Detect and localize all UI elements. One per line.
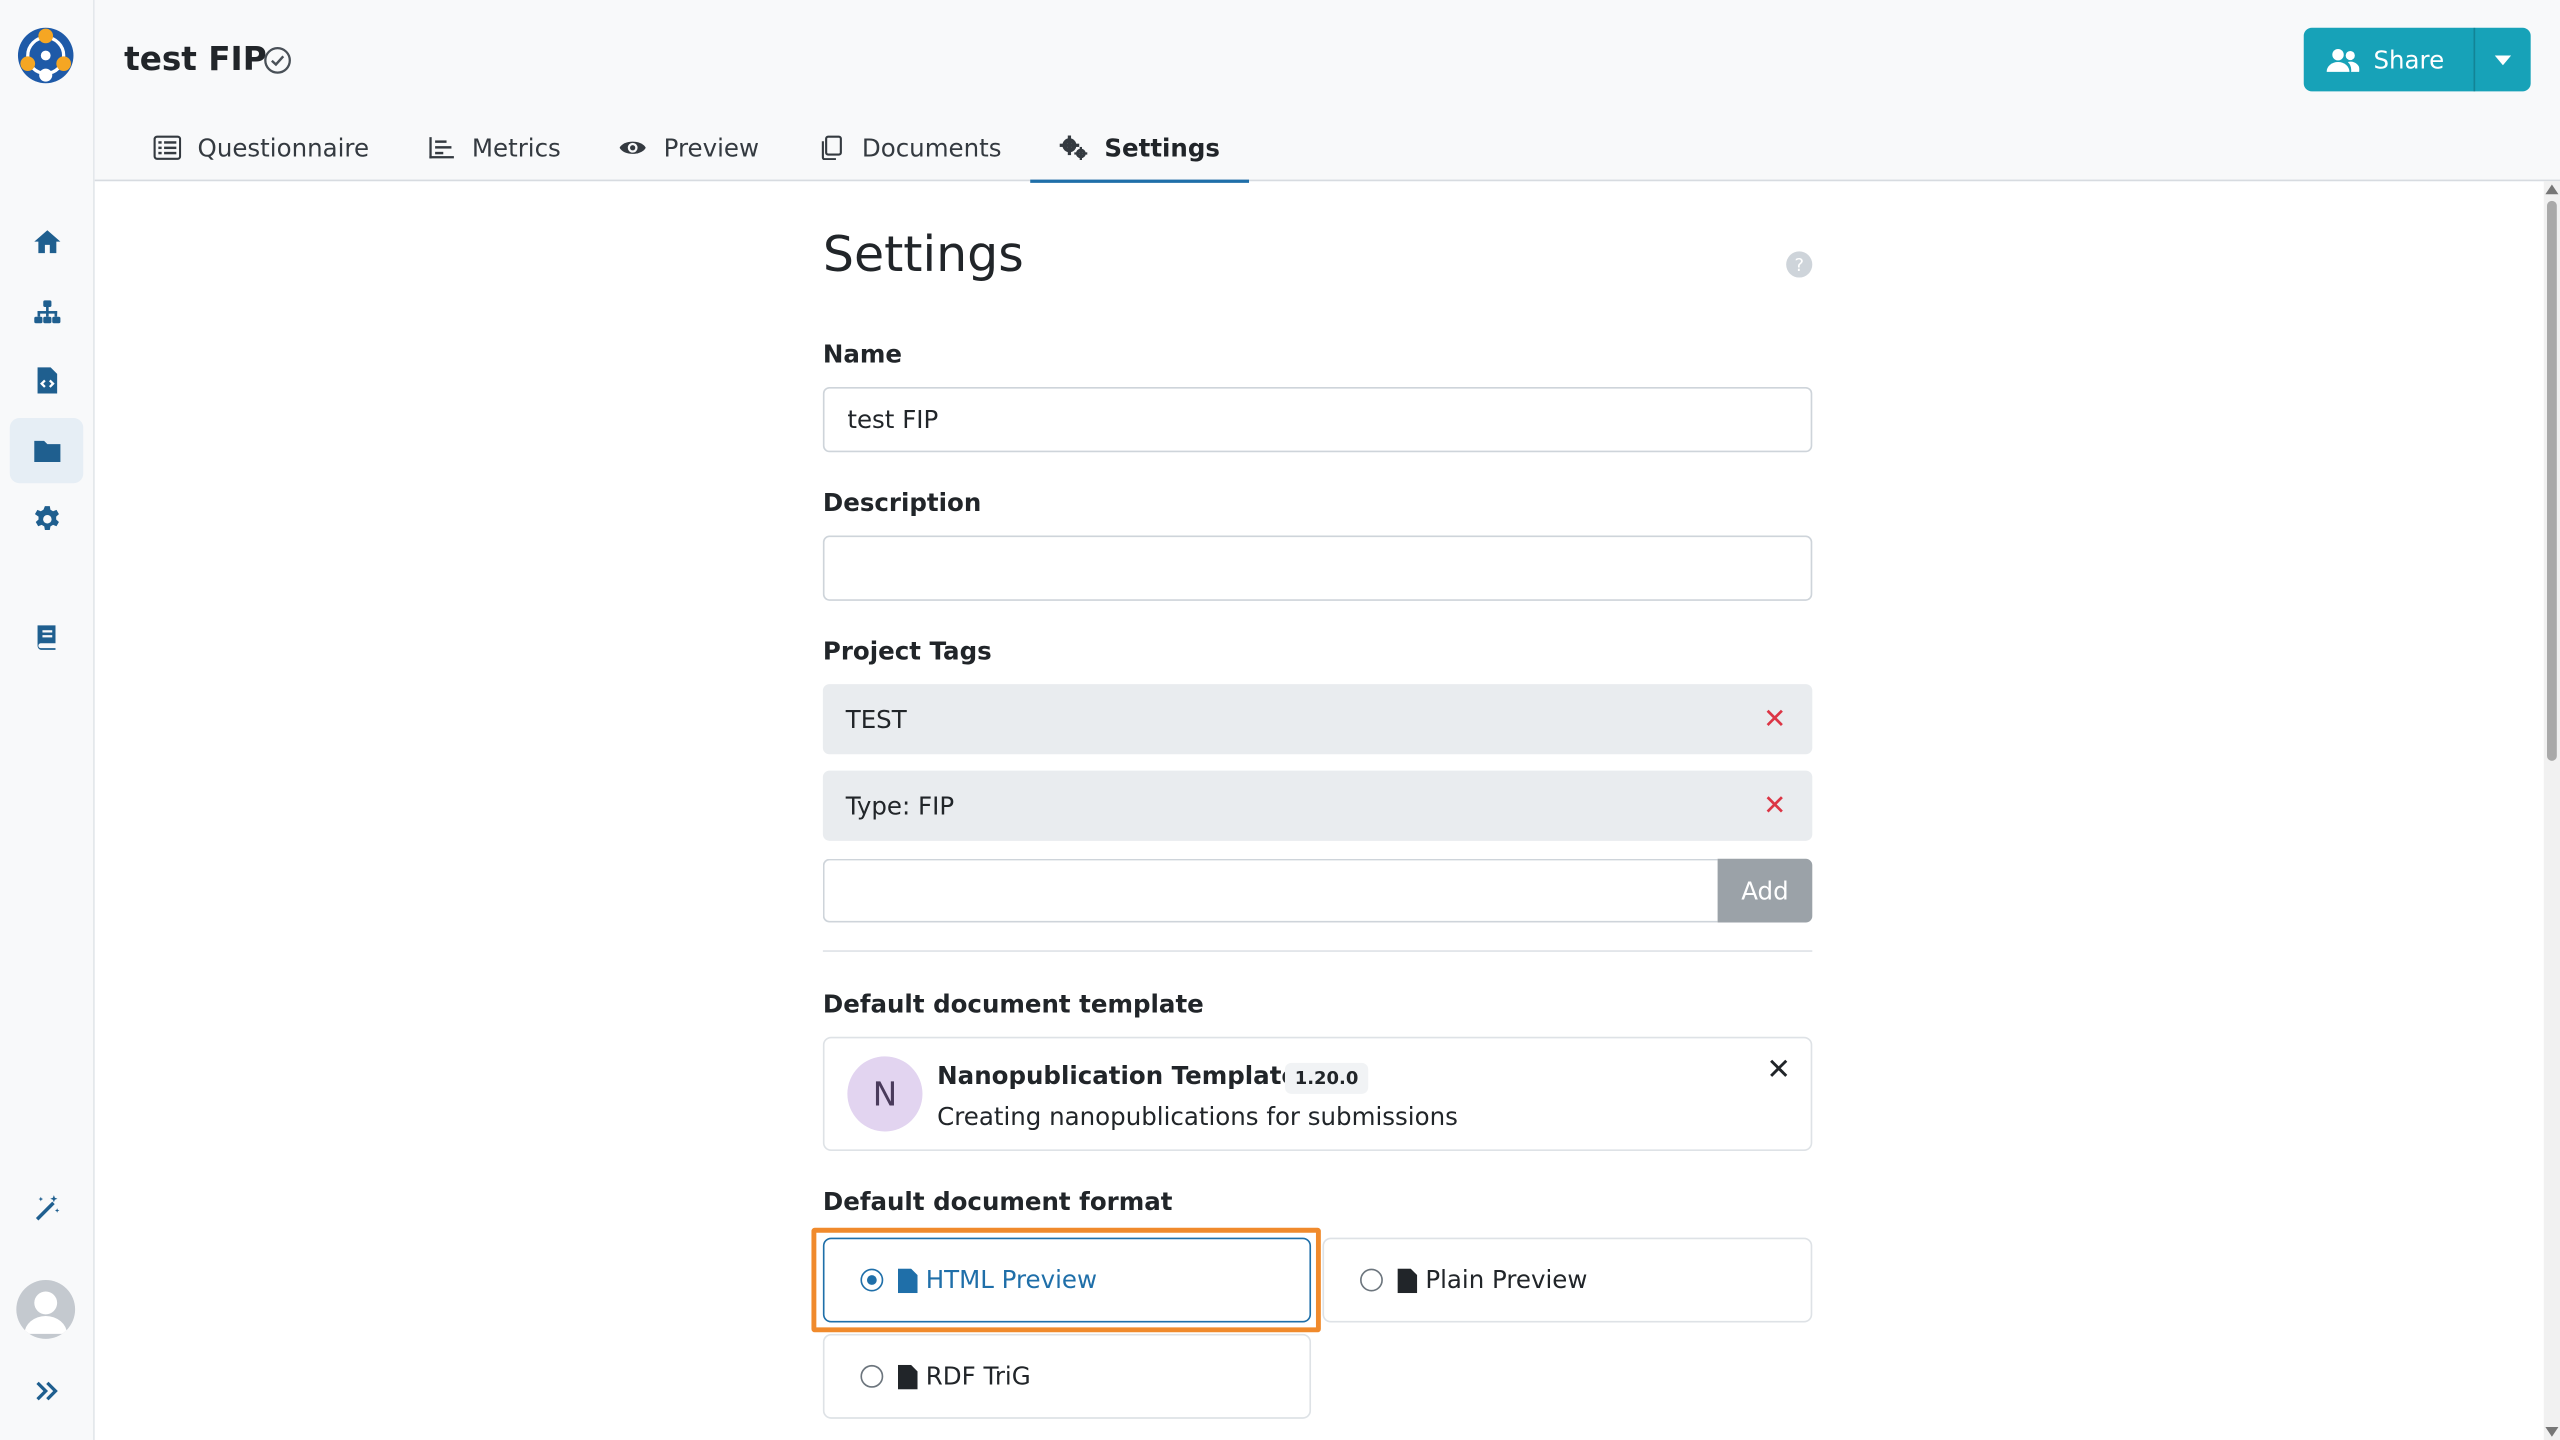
divider (822, 950, 1813, 952)
format-option-plain-preview[interactable]: Plain Preview (1322, 1237, 1813, 1323)
format-option-rdf-trig[interactable]: RDF TriG (822, 1333, 1312, 1419)
template-card[interactable]: N Nanopublication Template 1.20.0 Creati… (822, 1036, 1813, 1152)
file-icon (897, 1364, 918, 1389)
clear-template-icon[interactable]: ✕ (1766, 1053, 1791, 1087)
template-label: Default document template (822, 989, 1204, 1019)
user-icon (24, 1291, 67, 1334)
description-field[interactable] (822, 535, 1813, 601)
page-title: Settings (822, 226, 1024, 285)
tab-metrics[interactable]: Metrics (398, 114, 590, 181)
sidebar-item-assistant[interactable] (10, 1176, 83, 1241)
home-icon (33, 230, 60, 254)
template-version-badge: 1.20.0 (1284, 1062, 1369, 1094)
share-button[interactable]: Share (2303, 27, 2476, 92)
tab-documents[interactable]: Documents (788, 114, 1031, 181)
scroll-thumb[interactable] (2547, 200, 2557, 761)
template-description: Creating nanopublications for submission… (937, 1102, 1458, 1132)
format-label: Default document format (822, 1186, 1173, 1217)
radio-button[interactable] (860, 1364, 884, 1388)
gear-icon (34, 506, 59, 530)
folder-icon (33, 440, 60, 463)
tab-label: Preview (663, 133, 760, 163)
app-logo[interactable] (16, 26, 75, 85)
project-title: test FIP (124, 39, 267, 79)
radio-button[interactable] (1360, 1268, 1383, 1292)
sitemap-icon (33, 300, 60, 324)
scrollbar[interactable] (2543, 181, 2560, 1440)
template-name: Nanopublication Template (937, 1061, 1299, 1091)
add-tag-button[interactable]: Add (1717, 858, 1813, 923)
name-field[interactable] (822, 386, 1813, 453)
add-tag-row: Add (822, 858, 1813, 923)
share-button-group: Share (2303, 27, 2531, 92)
copy-icon (821, 135, 842, 161)
file-icon (1397, 1267, 1418, 1293)
book-icon (36, 625, 55, 650)
expand-icon (35, 1381, 58, 1401)
tab-label: Settings (1104, 133, 1220, 163)
project-tags-label: Project Tags (822, 636, 992, 667)
chart-icon (429, 137, 454, 159)
template-avatar: N (847, 1056, 923, 1132)
tab-label: Questionnaire (197, 133, 370, 163)
cogs-icon (1060, 135, 1089, 161)
list-icon (153, 135, 182, 160)
users-icon (2326, 48, 2359, 72)
format-label-text: HTML Preview (925, 1265, 1098, 1295)
check-circle-icon (264, 47, 291, 74)
sidebar-collapse-toggle[interactable] (10, 1358, 83, 1423)
description-label: Description (822, 488, 982, 518)
format-option-html-preview[interactable]: HTML Preview (822, 1237, 1312, 1323)
avatar[interactable] (16, 1280, 76, 1339)
eye-icon (620, 141, 647, 154)
share-label: Share (2373, 44, 2445, 75)
sidebar (0, 0, 95, 1440)
tab-questionnaire[interactable]: Questionnaire (124, 114, 398, 181)
sidebar-item-knowledge-models[interactable] (10, 279, 83, 344)
file-icon (897, 1267, 918, 1293)
project-header: test FIP Share Questionnaire Metrics Pre… (94, 0, 2560, 183)
sidebar-item-home[interactable] (10, 209, 83, 274)
radio-button[interactable] (860, 1268, 884, 1292)
new-tag-input[interactable] (822, 858, 1718, 923)
tab-settings[interactable]: Settings (1030, 114, 1250, 183)
magic-wand-icon (35, 1195, 59, 1221)
tab-label: Metrics (471, 133, 561, 163)
project-tabs: Questionnaire Metrics Preview Documents … (124, 114, 1250, 183)
sidebar-item-user-guide[interactable] (10, 604, 83, 669)
file-code-icon (36, 367, 57, 394)
help-icon[interactable]: ? (1786, 251, 1813, 278)
tab-label: Documents (861, 133, 1002, 163)
format-label-text: Plain Preview (1425, 1265, 1588, 1295)
scroll-down-icon[interactable] (2545, 1426, 2559, 1437)
sidebar-item-document-templates[interactable] (10, 348, 83, 413)
caret-down-icon (2494, 54, 2512, 65)
share-dropdown-toggle[interactable] (2475, 28, 2531, 92)
scroll-up-icon[interactable] (2545, 184, 2559, 195)
tab-preview[interactable]: Preview (590, 114, 788, 181)
sidebar-item-projects[interactable] (9, 417, 84, 484)
tag-item: TEST ✕ (822, 684, 1813, 755)
name-label: Name (822, 339, 903, 369)
remove-tag-icon[interactable]: ✕ (1760, 789, 1789, 822)
format-label-text: RDF TriG (925, 1361, 1031, 1392)
remove-tag-icon[interactable]: ✕ (1760, 703, 1789, 736)
tag-label: TEST (845, 704, 907, 734)
tag-label: Type: FIP (845, 791, 955, 821)
sidebar-item-settings[interactable] (10, 487, 83, 552)
tag-item: Type: FIP ✕ (822, 770, 1813, 841)
